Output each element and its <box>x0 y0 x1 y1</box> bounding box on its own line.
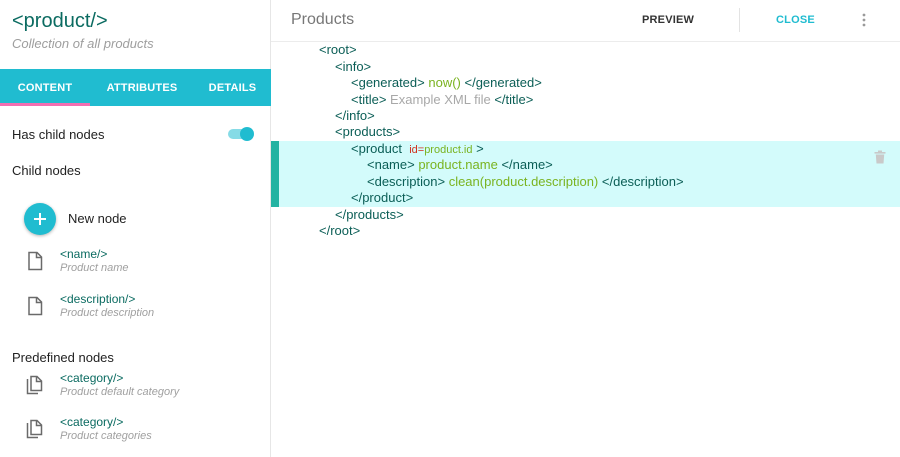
code-line: </products> <box>335 207 404 223</box>
selected-node-marker <box>271 141 279 207</box>
toggle-knob <box>240 127 254 141</box>
xml-tag: <generated> <box>351 75 425 90</box>
page-title: Products <box>291 11 355 28</box>
xml-expression: now() <box>428 75 461 90</box>
xml-tag: </products> <box>335 207 404 222</box>
node-subtitle: Collection of all products <box>12 36 154 51</box>
child-node-description: Product description <box>60 307 155 319</box>
xml-expression: product.name <box>418 157 498 172</box>
xml-tag: <description> <box>367 174 446 189</box>
xml-attribute: id= <box>409 144 425 156</box>
predefined-nodes-heading: Predefined nodes <box>12 350 114 365</box>
top-bar: Products PREVIEW CLOSE <box>271 0 900 42</box>
tab-content[interactable]: CONTENT <box>0 69 90 106</box>
tab-details[interactable]: DETAILS <box>194 69 271 106</box>
xml-tag: <info> <box>335 59 372 74</box>
xml-tag: <root> <box>319 42 357 57</box>
child-node-description: Product name <box>60 262 129 274</box>
child-node-name: <name/> <box>60 247 108 261</box>
xml-attribute-value: product.id <box>424 144 473 156</box>
close-button[interactable]: CLOSE <box>776 14 815 26</box>
add-node-button[interactable] <box>24 203 56 235</box>
xml-tag: </root> <box>319 223 361 238</box>
xml-tag: </title> <box>494 92 534 107</box>
toolbar-divider <box>739 8 740 32</box>
predefined-node-name: <category/> <box>60 415 124 429</box>
xml-tag: <product <box>351 141 402 156</box>
xml-tag: <name> <box>367 157 415 172</box>
child-node-item[interactable]: <name/> Product name <box>0 247 271 287</box>
file-icon <box>28 296 43 316</box>
code-line[interactable]: <description> clean(product.description)… <box>367 174 684 190</box>
code-line[interactable]: <product id=product.id > <box>351 141 484 157</box>
predefined-node-description: Product default category <box>60 386 180 398</box>
files-copy-icon <box>26 419 43 439</box>
predefined-node-description: Product categories <box>60 430 152 442</box>
trash-icon[interactable] <box>874 150 886 164</box>
xml-tag: <products> <box>335 124 401 139</box>
code-line: <info> <box>335 59 371 75</box>
child-node-item[interactable]: <description/> Product description <box>0 292 271 332</box>
code-line: <generated> now() </generated> <box>351 75 542 91</box>
main-panel: Products PREVIEW CLOSE <root> <info> <ge… <box>271 0 900 457</box>
xml-tag: </info> <box>335 108 375 123</box>
predefined-node-item[interactable]: <category/> Product categories <box>0 415 271 455</box>
code-line: <title> Example XML file </title> <box>351 92 533 108</box>
preview-button[interactable]: PREVIEW <box>642 14 694 26</box>
plus-icon <box>34 213 46 225</box>
xml-text: Example XML file <box>390 92 491 107</box>
xml-tag: </description> <box>601 174 684 189</box>
xml-tag: <title> <box>351 92 387 107</box>
code-line: <products> <box>335 124 400 140</box>
node-title: <product/> <box>12 10 108 32</box>
code-line[interactable]: <name> product.name </name> <box>367 157 553 173</box>
code-line: <root> <box>319 42 357 58</box>
code-line: </root> <box>319 223 360 239</box>
has-child-nodes-label: Has child nodes <box>12 127 105 142</box>
code-line: </info> <box>335 108 375 124</box>
files-copy-icon <box>26 375 43 395</box>
has-child-nodes-toggle[interactable] <box>228 127 254 141</box>
tab-bar: CONTENT ATTRIBUTES DETAILS <box>0 69 271 106</box>
xml-tag: </name> <box>501 157 553 172</box>
xml-tag: </product> <box>351 190 414 205</box>
child-node-name: <description/> <box>60 292 136 306</box>
code-line[interactable]: </product> <box>351 190 413 206</box>
new-node-label[interactable]: New node <box>68 211 127 226</box>
predefined-node-item[interactable]: <category/> Product default category <box>0 371 271 411</box>
sidebar: <product/> Collection of all products CO… <box>0 0 271 457</box>
xml-expression: clean(product.description) <box>448 174 599 189</box>
xml-tag: </generated> <box>464 75 542 90</box>
xml-tag: > <box>476 141 484 156</box>
child-nodes-heading: Child nodes <box>12 163 81 178</box>
file-icon <box>28 251 43 271</box>
more-vert-icon[interactable] <box>860 12 868 28</box>
predefined-node-name: <category/> <box>60 371 124 385</box>
tab-attributes[interactable]: ATTRIBUTES <box>90 69 194 106</box>
